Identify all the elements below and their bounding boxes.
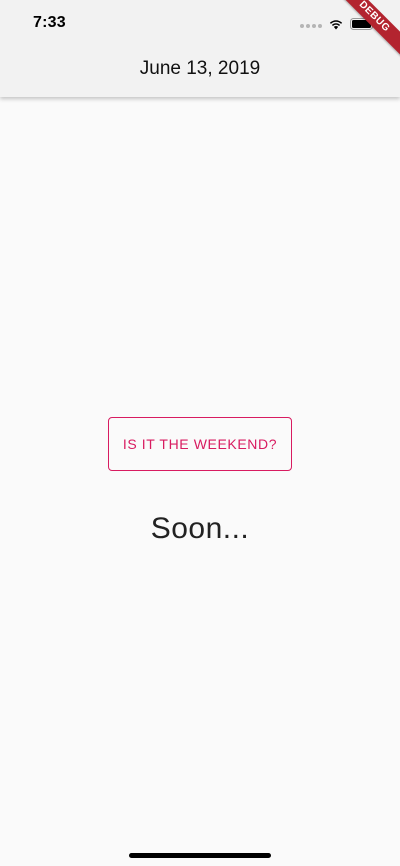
home-indicator[interactable] — [129, 853, 271, 858]
app-bar: 7:33 June 13, 2019 — [0, 0, 400, 97]
result-text: Soon... — [150, 512, 250, 545]
status-bar: 7:33 — [0, 0, 400, 44]
is-it-weekend-button[interactable]: IS IT THE WEEKEND? — [108, 417, 292, 471]
signal-dots-icon — [300, 24, 322, 28]
wifi-icon — [328, 17, 344, 35]
page-title: June 13, 2019 — [139, 58, 261, 79]
status-time: 7:33 — [33, 14, 66, 31]
app-screen: 7:33 June 13, 2019 DEBUG IS IT THE WEEKE… — [0, 0, 400, 866]
